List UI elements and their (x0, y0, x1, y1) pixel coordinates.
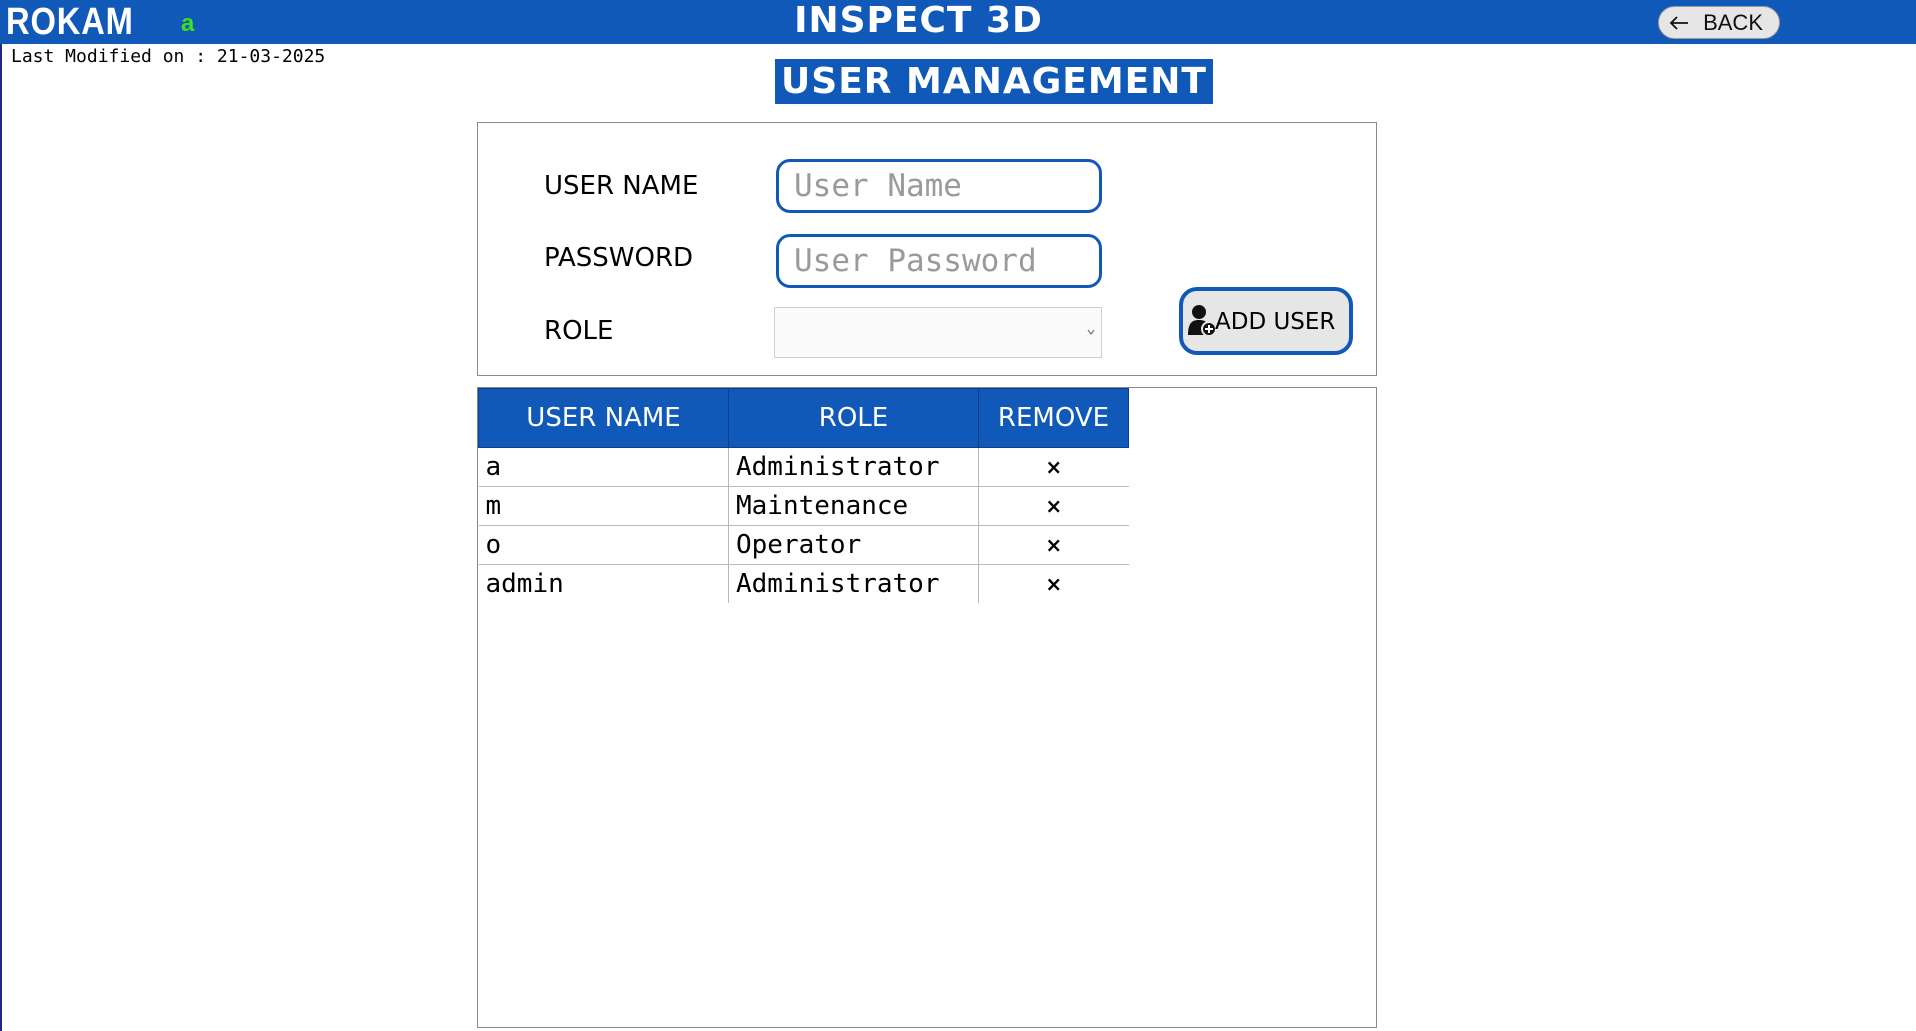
cell-role: Operator (728, 525, 979, 565)
cell-username: o (478, 525, 729, 565)
username-input[interactable] (776, 159, 1102, 213)
table-row[interactable]: m Maintenance × (478, 486, 1129, 526)
arrow-left-icon (1669, 16, 1688, 30)
username-label: USER NAME (544, 171, 699, 201)
column-header-remove[interactable]: REMOVE (978, 388, 1129, 448)
password-input[interactable] (776, 234, 1102, 288)
cell-role: Administrator (728, 447, 979, 487)
remove-user-close-icon[interactable]: × (1034, 567, 1074, 601)
cell-role: Maintenance (728, 486, 979, 526)
last-modified-text: Last Modified on : 21-03-2025 (11, 46, 326, 67)
app-title: INSPECT 3D (794, 0, 1043, 41)
users-table-panel: USER NAME ROLE REMOVE a Administrator × … (477, 387, 1377, 1028)
cell-remove: × (978, 447, 1129, 487)
cell-remove: × (978, 486, 1129, 526)
password-label: PASSWORD (544, 243, 694, 273)
back-button-label: BACK (1703, 10, 1763, 35)
role-label: ROLE (544, 316, 614, 346)
table-row[interactable]: a Administrator × (478, 447, 1129, 487)
table-row[interactable]: o Operator × (478, 525, 1129, 565)
add-user-form-panel: USER NAME PASSWORD ROLE ADD USER (477, 122, 1377, 376)
column-header-role[interactable]: ROLE (728, 388, 979, 448)
table-header-row: USER NAME ROLE REMOVE (478, 388, 1129, 448)
app-header: ROKAM a INSPECT 3D BACK (0, 0, 1916, 44)
cell-username: admin (478, 564, 729, 603)
chevron-down-icon (1087, 329, 1095, 335)
cell-role: Administrator (728, 564, 979, 603)
page-title: USER MANAGEMENT (775, 59, 1213, 104)
remove-user-close-icon[interactable]: × (1034, 450, 1074, 484)
window-left-border (0, 44, 2, 1031)
back-button[interactable]: BACK (1658, 6, 1780, 39)
add-user-button[interactable]: ADD USER (1179, 287, 1353, 355)
users-table: USER NAME ROLE REMOVE a Administrator × … (478, 388, 1129, 603)
role-select[interactable] (774, 307, 1102, 358)
cell-remove: × (978, 525, 1129, 565)
remove-user-close-icon[interactable]: × (1034, 528, 1074, 562)
cell-username: m (478, 486, 729, 526)
remove-user-close-icon[interactable]: × (1034, 489, 1074, 523)
cell-username: a (478, 447, 729, 487)
cell-remove: × (979, 565, 1129, 604)
add-user-icon (1188, 305, 1217, 337)
table-row[interactable]: admin Administrator × (478, 564, 1129, 604)
add-user-button-label: ADD USER (1215, 309, 1336, 335)
column-header-username[interactable]: USER NAME (478, 388, 729, 448)
